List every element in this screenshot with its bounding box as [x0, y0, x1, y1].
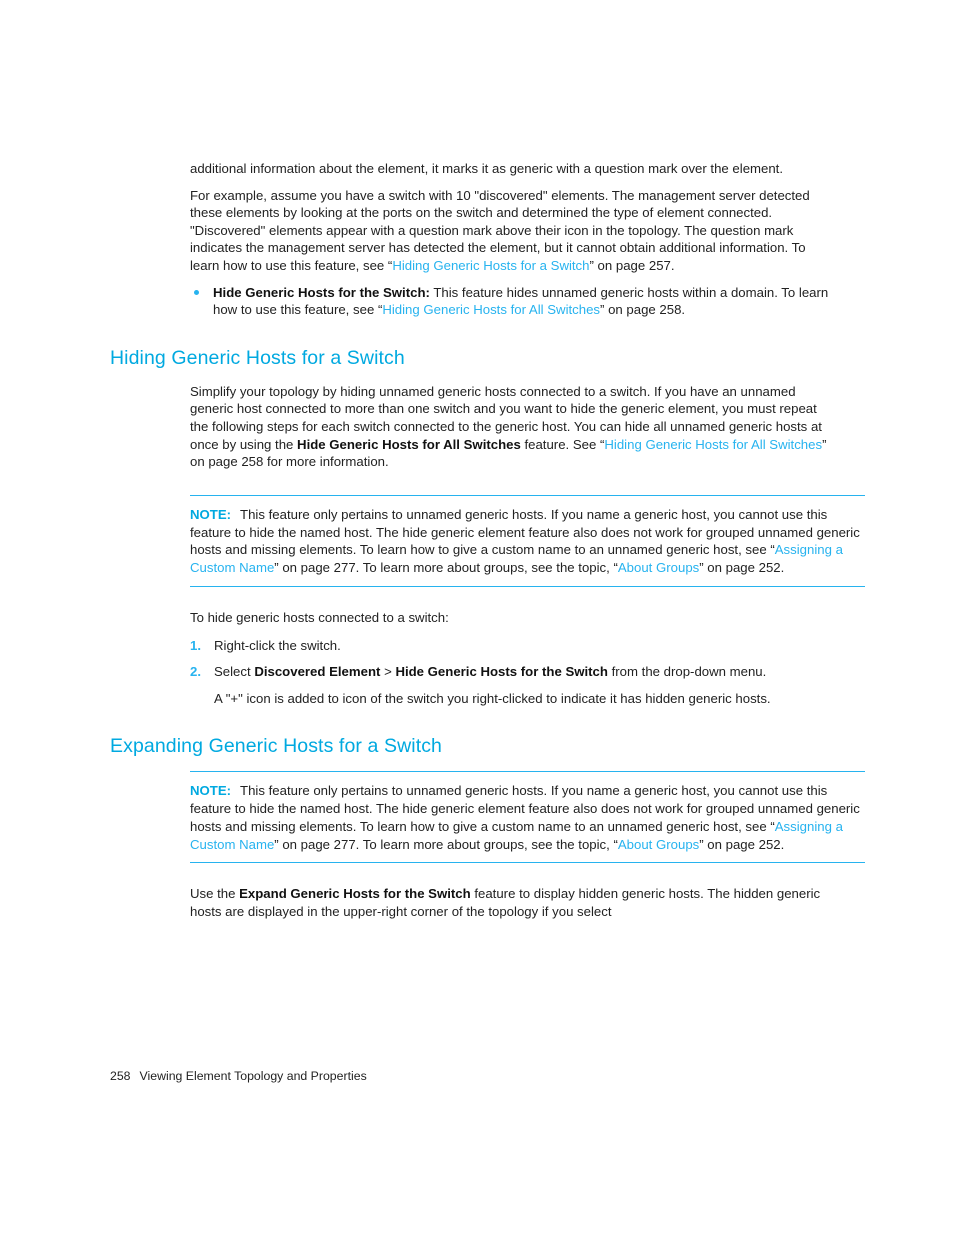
intro-paragraph-2-text-b: ” on page 257. [589, 257, 675, 273]
page-footer: 258 Viewing Element Topology and Properti… [110, 1068, 367, 1084]
section-hiding-body: Simplify your topology by hiding unnamed… [190, 383, 835, 471]
procedure-lead-in-block: To hide generic hosts connected to a swi… [190, 609, 835, 627]
note-paragraph: NOTE: This feature only pertains to unnam… [190, 506, 865, 577]
step-number: 1. [190, 637, 201, 653]
link-hiding-generic-hosts-for-all-switches[interactable]: Hiding Generic Hosts for All Switches [382, 302, 600, 317]
note-text-a: This feature only pertains to unnamed ge… [190, 506, 860, 558]
menu-item-hide-generic-hosts-for-the-switch: Hide Generic Hosts for the Switch [395, 664, 608, 680]
note-text-b: ” on page 277. To learn more about group… [274, 560, 618, 576]
list-item: Hide Generic Hosts for the Switch: This … [190, 284, 835, 319]
section-expanding-body: Use the Expand Generic Hosts for the Swi… [190, 885, 835, 920]
link-about-groups[interactable]: About Groups [618, 837, 699, 852]
note-block-hiding: NOTE: This feature only pertains to unnam… [190, 494, 865, 587]
step2-text-c: from the drop-down menu. [607, 664, 767, 680]
note-paragraph: NOTE: This feature only pertains to unnam… [190, 782, 865, 853]
step-text: Right-click the switch. [214, 637, 341, 653]
note-block-expanding: NOTE: This feature only pertains to unnam… [190, 771, 865, 864]
intro-paragraph-2: For example, assume you have a switch wi… [190, 187, 835, 275]
link-hiding-generic-hosts-for-all-switches-2[interactable]: Hiding Generic Hosts for All Switches [604, 437, 822, 452]
step-number: 2. [190, 664, 201, 680]
step-text: Select Discovered Element > Hide Generic… [214, 663, 850, 681]
bullet-paragraph: Hide Generic Hosts for the Switch: This … [213, 284, 835, 319]
note-label: NOTE: [190, 506, 232, 522]
intro-paragraph-1: additional information about the element… [190, 161, 784, 176]
note-text-a: This feature only pertains to unnamed ge… [190, 783, 860, 834]
step2-separator: > [380, 664, 396, 680]
footer-chapter-title: Viewing Element Topology and Properties [139, 1069, 367, 1083]
link-about-groups[interactable]: About Groups [618, 560, 699, 575]
section-hiding-text-b: feature. See “ [520, 436, 605, 452]
section-heading-hiding-generic-hosts: Hiding Generic Hosts for a Switch [110, 346, 405, 369]
section-heading-expanding-generic-hosts: Expanding Generic Hosts for a Switch [110, 735, 443, 758]
list-item: 1. Right-click the switch. [190, 637, 850, 655]
note-text-b: ” on page 277. To learn more about group… [274, 836, 618, 852]
bullet-term: Hide Generic Hosts for the Switch: [213, 284, 430, 300]
note-label: NOTE: [190, 783, 232, 799]
section-expanding-text-a: Use the [190, 886, 240, 902]
bullet-text-b: ” on page 258. [600, 302, 686, 318]
note-text-c: ” on page 252. [699, 836, 785, 852]
section-hiding-paragraph: Simplify your topology by hiding unnamed… [190, 383, 835, 471]
list-item: 2. Select Discovered Element > Hide Gene… [190, 663, 850, 707]
document-page: additional information about the element… [0, 0, 954, 1235]
section-expanding-bold-term: Expand Generic Hosts for the Switch [239, 886, 471, 902]
bullet-dot-icon [194, 289, 199, 295]
page-content: additional information about the element… [110, 160, 865, 930]
step2-text-a: Select [214, 664, 255, 680]
footer-page-number: 258 [110, 1069, 131, 1083]
procedure-step-list: 1. Right-click the switch. 2. Select Dis… [190, 637, 850, 708]
link-hiding-generic-hosts-for-a-switch[interactable]: Hiding Generic Hosts for a Switch [392, 258, 589, 273]
procedure-lead-in: To hide generic hosts connected to a swi… [190, 609, 449, 625]
step-sub-text: A "+" icon is added to icon of the switc… [214, 690, 771, 706]
menu-item-discovered-element: Discovered Element [254, 664, 381, 680]
section-expanding-paragraph: Use the Expand Generic Hosts for the Swi… [190, 885, 835, 920]
feature-bullet-list: Hide Generic Hosts for the Switch: This … [190, 284, 835, 319]
section-hiding-bold-term: Hide Generic Hosts for All Switches [297, 436, 521, 452]
note-text-c: ” on page 252. [699, 560, 785, 576]
intro-block: additional information about the element… [190, 160, 835, 275]
